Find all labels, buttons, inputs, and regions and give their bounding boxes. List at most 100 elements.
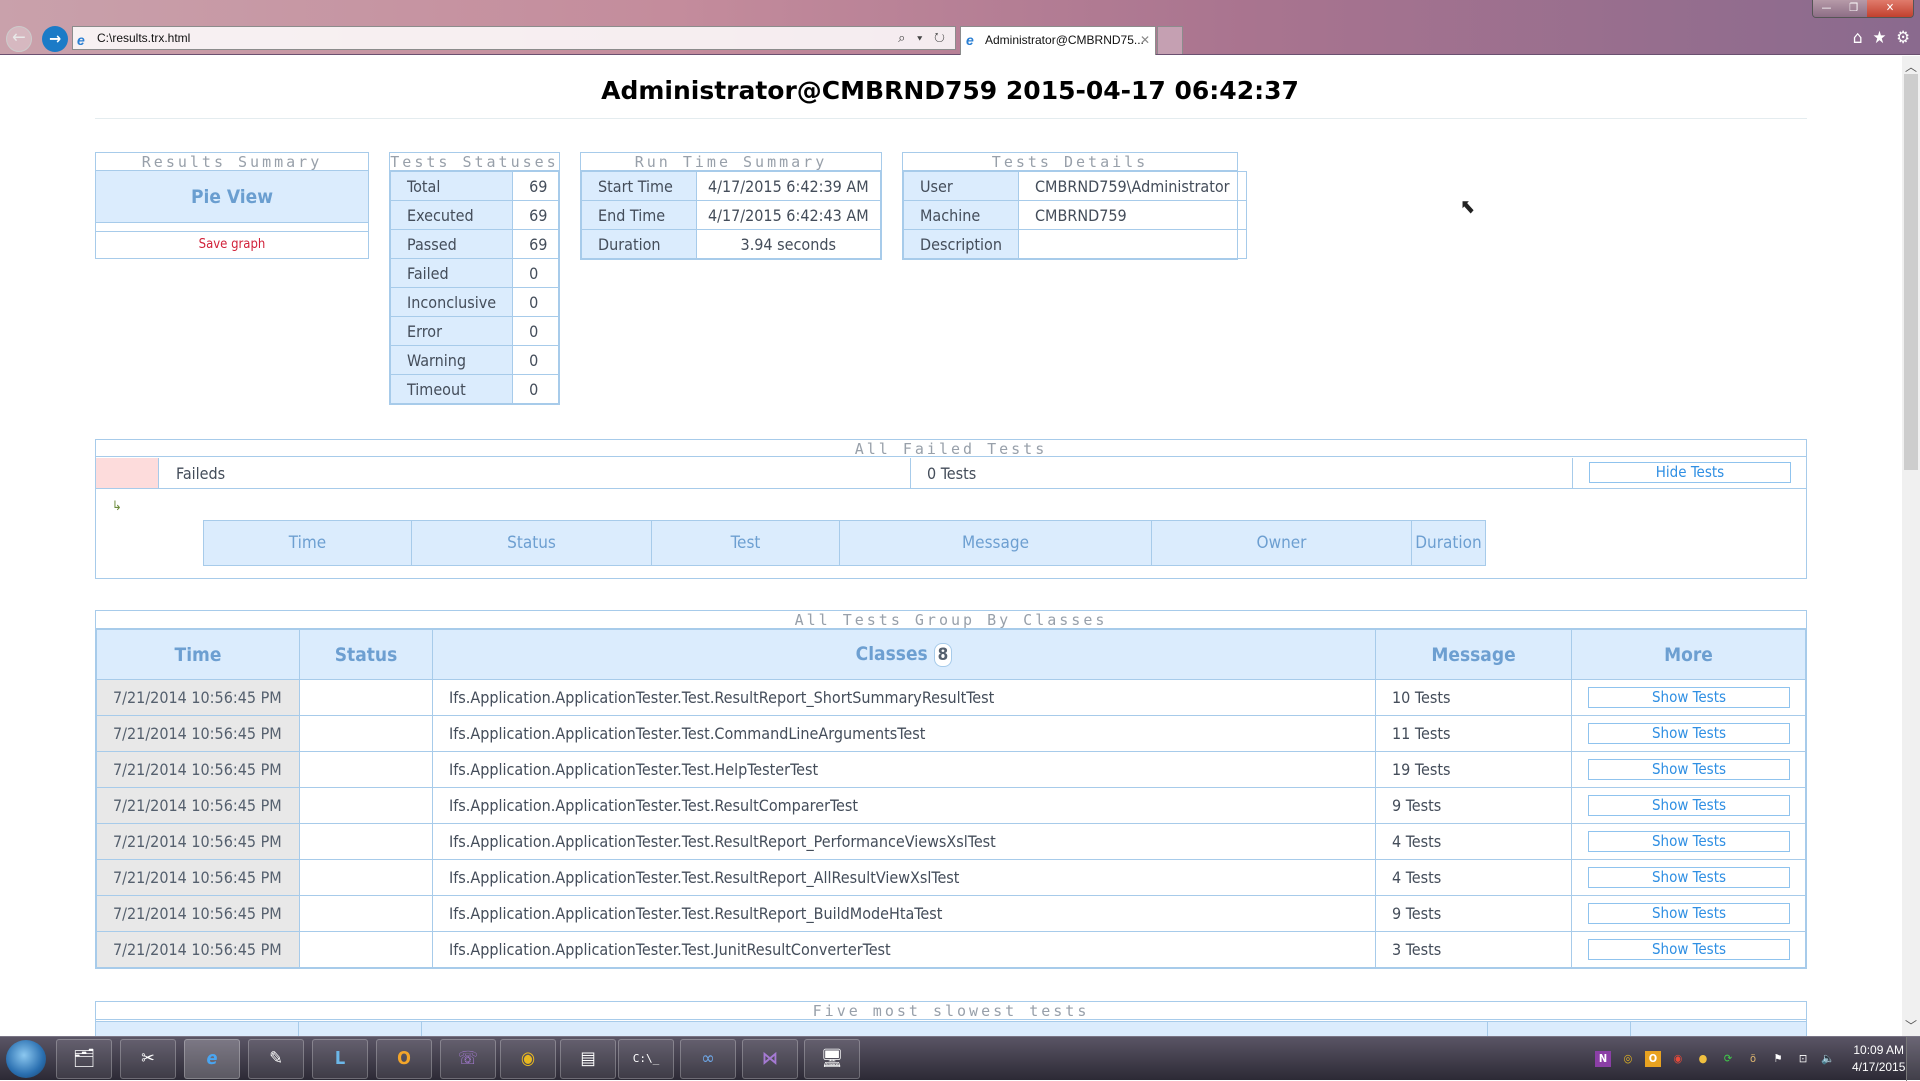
start-button[interactable] [6, 1040, 46, 1078]
column-header-duration[interactable]: Duration [1631, 1022, 1806, 1036]
action-center-flag-icon[interactable]: ⚑ [1770, 1051, 1786, 1067]
home-icon[interactable]: ⌂ [1853, 28, 1863, 48]
run-time-summary-caption: Run Time Summary [581, 153, 881, 171]
scrollbar-thumb[interactable] [1904, 74, 1918, 470]
network-icon[interactable]: ⊡ [1795, 1051, 1811, 1067]
column-header-classes[interactable]: Classes 8 [432, 629, 1376, 680]
volume-icon[interactable]: 🔈 [1820, 1051, 1836, 1067]
column-header-time[interactable]: Time [96, 1022, 299, 1036]
column-header-owner[interactable]: Owner [1488, 1022, 1631, 1036]
tab-close-icon[interactable]: ✕ [1140, 27, 1150, 53]
show-tests-button[interactable]: Show Tests [1588, 759, 1790, 780]
column-header-message[interactable]: Message [1375, 629, 1572, 680]
details-label: Machine [903, 200, 1019, 230]
hide-tests-cell: Hide Tests [1572, 458, 1806, 488]
details-row: Machine CMBRND759 [903, 200, 1247, 230]
column-header-test[interactable]: Test [652, 521, 840, 565]
class-row: 7/21/2014 10:56:45 PM Ifs.Application.App… [96, 823, 1806, 860]
window-controls: — ❐ ✕ [1812, 0, 1914, 18]
class-status [299, 931, 433, 968]
status-label: Passed [389, 229, 514, 259]
taskbar-viber[interactable]: ☏ [440, 1039, 496, 1079]
back-button[interactable]: ← [6, 26, 32, 52]
column-header-message[interactable]: Message [840, 521, 1152, 565]
class-row: 7/21/2014 10:56:45 PM Ifs.Application.App… [96, 895, 1806, 932]
class-row: 7/21/2014 10:56:45 PM Ifs.Application.App… [96, 859, 1806, 896]
column-header-more[interactable]: More [1571, 629, 1806, 680]
taskbar-snipping-tool[interactable]: ✂ [120, 1039, 176, 1079]
column-header-owner[interactable]: Owner [1152, 521, 1412, 565]
column-header-duration[interactable]: Duration [1412, 521, 1485, 565]
office-icon[interactable]: O [1645, 1051, 1661, 1067]
paint-icon[interactable]: ● [1695, 1051, 1711, 1067]
search-refresh-icons[interactable]: ⌕ ▾ ↻ [898, 27, 949, 49]
status-value: 69 [512, 200, 559, 230]
pie-view-button[interactable]: Pie View [96, 171, 368, 223]
taskbar-internet-explorer[interactable]: e [184, 1039, 240, 1079]
runtime-label: Duration [581, 229, 697, 259]
column-header-time[interactable]: Time [204, 521, 412, 565]
class-row: 7/21/2014 10:56:45 PM Ifs.Application.App… [96, 931, 1806, 968]
hide-tests-button[interactable]: Hide Tests [1589, 462, 1791, 483]
column-header-status[interactable]: Status [299, 629, 433, 680]
taskbar-windows-explorer[interactable]: 🗂 [56, 1039, 112, 1079]
show-tests-button[interactable]: Show Tests [1588, 723, 1790, 744]
taskbar-chrome[interactable]: ◉ [500, 1039, 556, 1079]
column-header-test[interactable]: Test [422, 1022, 1488, 1036]
address-bar[interactable]: e C:\results.trx.html ⌕ ▾ ↻ [72, 26, 956, 50]
owl-icon[interactable]: ö [1745, 1051, 1761, 1067]
show-tests-button[interactable]: Show Tests [1588, 831, 1790, 852]
restore-button[interactable]: ❐ [1840, 0, 1867, 17]
tests-details-table: User CMBRND759\Administrator Machine CMBRN… [903, 171, 1247, 259]
page-title: Administrator@CMBRND759 2015-04-17 06:42… [601, 76, 1299, 105]
vertical-scrollbar[interactable]: ︿ ﹀ [1902, 56, 1920, 1036]
classes-count-badge: 8 [933, 642, 953, 667]
column-header-status[interactable]: Status [412, 521, 652, 565]
new-tab-button[interactable] [1157, 26, 1183, 54]
column-header-status[interactable]: Status [299, 1022, 422, 1036]
scroll-up-arrow-icon[interactable]: ︿ [1902, 58, 1920, 75]
class-time: 7/21/2014 10:56:45 PM [96, 895, 300, 932]
taskbar-outlook[interactable]: O [376, 1039, 432, 1079]
show-tests-button[interactable]: Show Tests [1588, 795, 1790, 816]
tests-details-panel: Tests Details User CMBRND759\Administrato… [902, 152, 1247, 260]
classes-caption: All Tests Group By Classes [96, 611, 1806, 629]
class-time: 7/21/2014 10:56:45 PM [96, 931, 300, 968]
show-tests-button[interactable]: Show Tests [1588, 867, 1790, 888]
column-header-time[interactable]: Time [96, 629, 300, 680]
taskbar-infinity-app[interactable]: ∞ [680, 1039, 736, 1079]
show-tests-button[interactable]: Show Tests [1588, 687, 1790, 708]
scroll-down-arrow-icon[interactable]: ﹀ [1902, 1017, 1920, 1034]
favorites-star-icon[interactable]: ★ [1873, 28, 1887, 48]
tab-title: Administrator@CMBRND75... [985, 33, 1144, 47]
tray-app-icon[interactable]: ◎ [1620, 1051, 1636, 1067]
show-tests-button[interactable]: Show Tests [1588, 939, 1790, 960]
forward-button[interactable]: → [42, 26, 68, 52]
address-text[interactable]: C:\results.trx.html [97, 31, 190, 45]
taskbar-remote-desktop[interactable]: 🖥 [804, 1039, 860, 1079]
taskbar-notepad-plus[interactable]: ✎ [248, 1039, 304, 1079]
save-graph-link[interactable]: Save graph [96, 232, 368, 258]
taskbar-clock[interactable]: 10:09 AM 4/17/2015 [1852, 1042, 1905, 1076]
class-message: 9 Tests [1375, 895, 1572, 932]
taskbar-app-window[interactable]: ▤ [560, 1039, 616, 1079]
details-value: CMBRND759\Administrator [1017, 171, 1247, 201]
status-label: Warning [389, 345, 514, 375]
show-tests-button[interactable]: Show Tests [1588, 903, 1790, 924]
class-status [299, 751, 433, 788]
taskbar-command-prompt[interactable]: C:\_ [618, 1039, 674, 1079]
close-button[interactable]: ✕ [1867, 0, 1913, 17]
taskbar-lync[interactable]: L [312, 1039, 368, 1079]
sync-icon[interactable]: ⟳ [1720, 1051, 1736, 1067]
taskbar-visual-studio[interactable]: ⋈ [742, 1039, 798, 1079]
details-row: User CMBRND759\Administrator [903, 171, 1247, 201]
browser-tab-active[interactable]: e Administrator@CMBRND75... ✕ [960, 26, 1156, 55]
onenote-icon[interactable]: N [1595, 1051, 1611, 1067]
class-name: Ifs.Application.ApplicationTester.Test.C… [432, 715, 1376, 752]
minimize-button[interactable]: — [1813, 0, 1840, 17]
chrome-icon[interactable]: ◉ [1670, 1051, 1686, 1067]
run-time-table: Start Time 4/17/2015 6:42:39 AM End Time 4… [581, 171, 882, 259]
show-desktop-button[interactable] [1906, 1037, 1920, 1081]
status-value: 69 [512, 171, 559, 201]
settings-gear-icon[interactable]: ⚙ [1896, 28, 1910, 48]
